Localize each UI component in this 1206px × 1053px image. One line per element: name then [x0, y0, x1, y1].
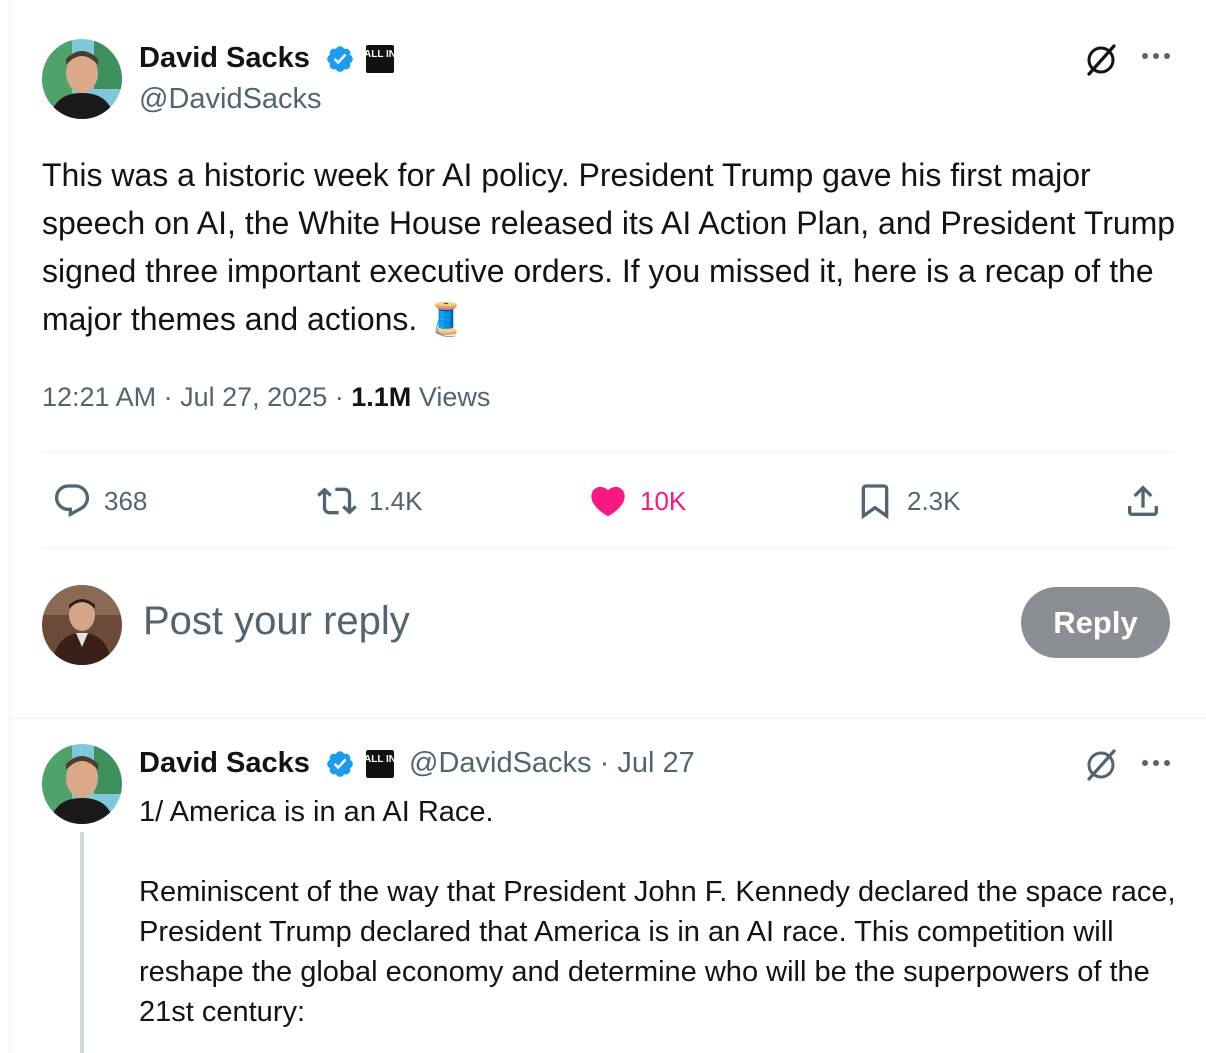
- author-name[interactable]: David Sacks: [139, 42, 310, 75]
- more-icon[interactable]: [1141, 50, 1171, 62]
- reply-author-handle[interactable]: @DavidSacks: [409, 747, 592, 779]
- bookmark-icon: [861, 484, 889, 520]
- divider: [42, 548, 1174, 549]
- reply-input[interactable]: Post your reply: [143, 599, 410, 644]
- tweet-text: This was a historic week for AI policy. …: [42, 157, 1176, 337]
- affiliate-badge-icon[interactable]: ALL IN: [364, 45, 396, 73]
- reply-author-avatar[interactable]: [42, 744, 122, 824]
- share-icon: [1128, 485, 1158, 516]
- reply-text-line1: 1/ America is in an AI Race.: [139, 796, 494, 828]
- heart-icon: [591, 486, 625, 517]
- meta-separator: ·: [334, 382, 344, 412]
- reply-text-paragraph: Reminiscent of the way that President Jo…: [139, 876, 1176, 1028]
- repost-icon: [317, 487, 357, 515]
- divider: [42, 452, 1174, 453]
- reply-button[interactable]: 368: [52, 481, 147, 521]
- left-border: [9, 0, 10, 1053]
- repost-button[interactable]: 1.4K: [317, 481, 423, 521]
- bookmark-button[interactable]: 2.3K: [855, 481, 961, 521]
- tweet-meta: 12:21 AM · Jul 27, 2025 · 1.1M Views: [42, 382, 490, 413]
- like-count: 10K: [640, 485, 687, 516]
- reply-submit-button[interactable]: Reply: [1021, 587, 1170, 658]
- author-handle[interactable]: @DavidSacks: [139, 83, 322, 116]
- meta-separator: ·: [163, 382, 173, 412]
- views-label: Views: [418, 382, 491, 412]
- current-user-avatar[interactable]: [42, 585, 122, 665]
- more-icon[interactable]: [1141, 757, 1171, 769]
- affiliate-badge-icon[interactable]: ALL IN: [364, 750, 396, 778]
- verified-badge-icon: [327, 46, 353, 72]
- repost-count: 1.4K: [369, 485, 423, 516]
- grok-icon[interactable]: [1083, 42, 1119, 78]
- reply-count: 368: [104, 485, 148, 516]
- reply-date[interactable]: Jul 27: [617, 747, 694, 779]
- like-button[interactable]: 10K: [588, 481, 686, 521]
- share-button[interactable]: [1123, 481, 1163, 521]
- author-avatar[interactable]: [42, 39, 122, 119]
- bookmark-count: 2.3K: [907, 485, 961, 516]
- grok-icon[interactable]: [1083, 747, 1119, 783]
- reply-icon: [54, 484, 90, 518]
- tweet-time[interactable]: 12:21 AM: [42, 382, 156, 412]
- thread-connector: [80, 832, 84, 1053]
- reply-author-name[interactable]: David Sacks: [139, 747, 310, 780]
- reply-author-meta: @DavidSacks · Jul 27: [409, 747, 695, 780]
- views-count: 1.1M: [351, 382, 412, 412]
- affiliate-badge-text: ALL IN: [366, 754, 394, 765]
- meta-separator: ·: [599, 747, 610, 779]
- affiliate-badge-text: ALL IN: [366, 49, 394, 60]
- tweet-date[interactable]: Jul 27, 2025: [180, 382, 327, 412]
- verified-badge-icon: [327, 751, 353, 777]
- divider: [10, 718, 1206, 719]
